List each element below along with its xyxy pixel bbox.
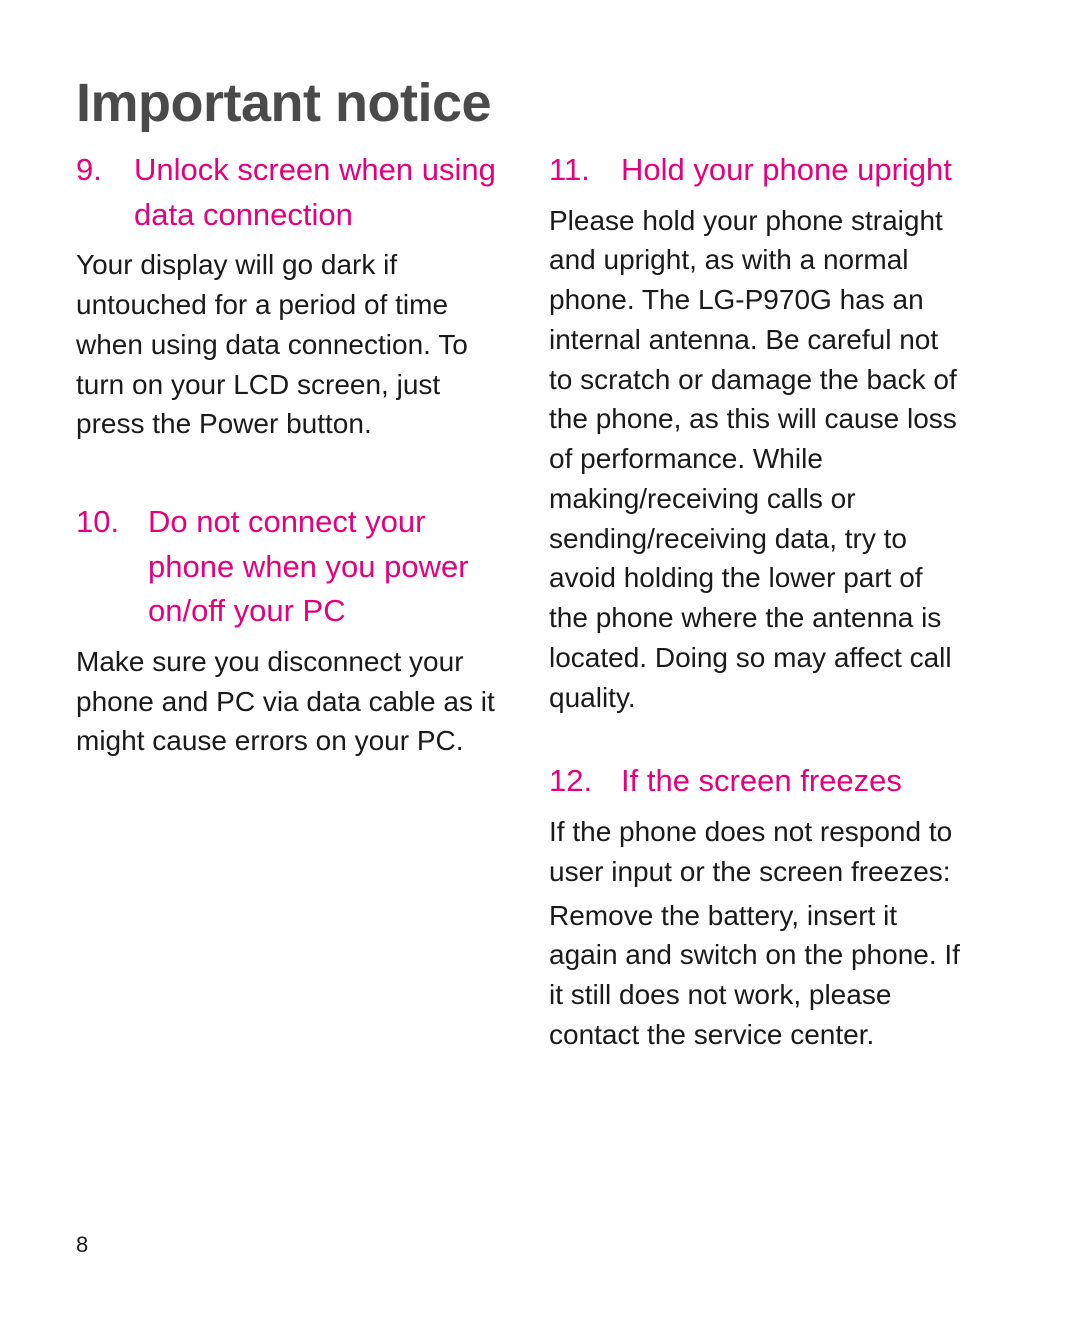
section-12-paragraph-1: If the phone does not respond to user in…: [549, 816, 953, 887]
section-10-number: 10.: [76, 504, 120, 539]
section-11-heading: 11. Hold your phone upright: [549, 148, 969, 193]
section-9-heading: 9. Unlock screen when using data connect…: [76, 148, 496, 237]
section-9-paragraph-1: Your display will go dark if untouched f…: [76, 249, 468, 440]
right-column-spacer: [549, 729, 969, 759]
section-10: 10. Do not connect your phone when you p…: [76, 500, 496, 761]
section-11-paragraph-1: Please hold your phone straight and upri…: [549, 204, 957, 713]
right-column: 11. Hold your phone upright Please hold …: [549, 148, 969, 1067]
section-9: 9. Unlock screen when using data connect…: [76, 148, 496, 444]
section-12-paragraph-2: Remove the battery, insert it again and …: [549, 899, 960, 1050]
section-10-paragraph-1: Make sure you disconnect your phone and …: [76, 645, 495, 757]
section-11: 11. Hold your phone upright Please hold …: [549, 148, 969, 717]
section-11-title: Hold your phone upright: [621, 152, 952, 187]
left-column-spacer: [76, 456, 496, 500]
left-column: 9. Unlock screen when using data connect…: [76, 148, 496, 773]
section-12: 12. If the screen freezes If the phone d…: [549, 759, 969, 1054]
section-11-number: 11.: [549, 152, 590, 187]
section-12-heading: 12. If the screen freezes: [549, 759, 969, 804]
page-number: 8: [76, 1232, 89, 1257]
document-page: Important notice 9. Unlock screen when u…: [0, 0, 1080, 1333]
section-9-number: 9.: [76, 152, 102, 187]
page-title: Important notice: [76, 73, 492, 133]
section-9-title: Unlock screen when using data connection: [134, 152, 496, 232]
section-12-title: If the screen freezes: [621, 763, 902, 799]
section-10-title: Do not connect your phone when you power…: [148, 504, 469, 629]
section-12-number: 12.: [549, 763, 593, 799]
section-10-heading: 10. Do not connect your phone when you p…: [76, 500, 496, 634]
